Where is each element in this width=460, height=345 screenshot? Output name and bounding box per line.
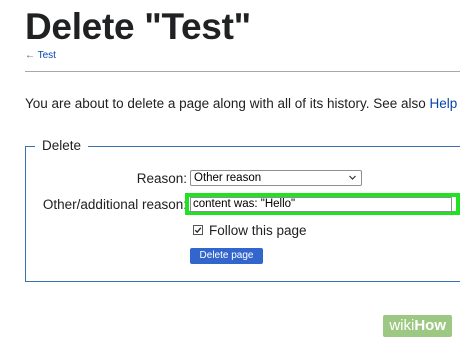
follow-checkbox[interactable] <box>193 225 203 235</box>
other-reason-input[interactable]: content was: "Hello" <box>190 197 452 212</box>
delete-page-button[interactable]: Delete page <box>190 248 263 264</box>
intro-sentence: You are about to delete a page along wit… <box>25 96 430 111</box>
back-link-test[interactable]: Test <box>38 50 56 61</box>
page: Delete "Test" ← Test You are about to de… <box>0 0 460 345</box>
watermark-part1: wiki <box>389 317 415 334</box>
follow-label: Follow this page <box>209 222 307 238</box>
title-divider <box>25 71 460 72</box>
reason-select-value: Other reason <box>194 172 262 184</box>
back-arrow-icon: ← <box>25 50 35 61</box>
wikihow-watermark: wikiHow <box>383 315 452 337</box>
fieldset-legend: Delete <box>35 138 89 153</box>
reason-label: Reason: <box>136 171 187 186</box>
help-link[interactable]: Help <box>430 96 458 111</box>
backlink: ← Test <box>25 50 56 61</box>
other-reason-label: Other/additional reason: <box>42 197 187 212</box>
watermark-part2: How <box>414 317 446 334</box>
chevron-down-icon <box>348 171 357 189</box>
page-title: Delete "Test" <box>25 6 251 47</box>
reason-select[interactable]: Other reason <box>190 170 362 186</box>
checkmark-icon <box>194 227 202 234</box>
intro-text: You are about to delete a page along wit… <box>25 96 457 111</box>
follow-row: Follow this page <box>193 221 307 239</box>
